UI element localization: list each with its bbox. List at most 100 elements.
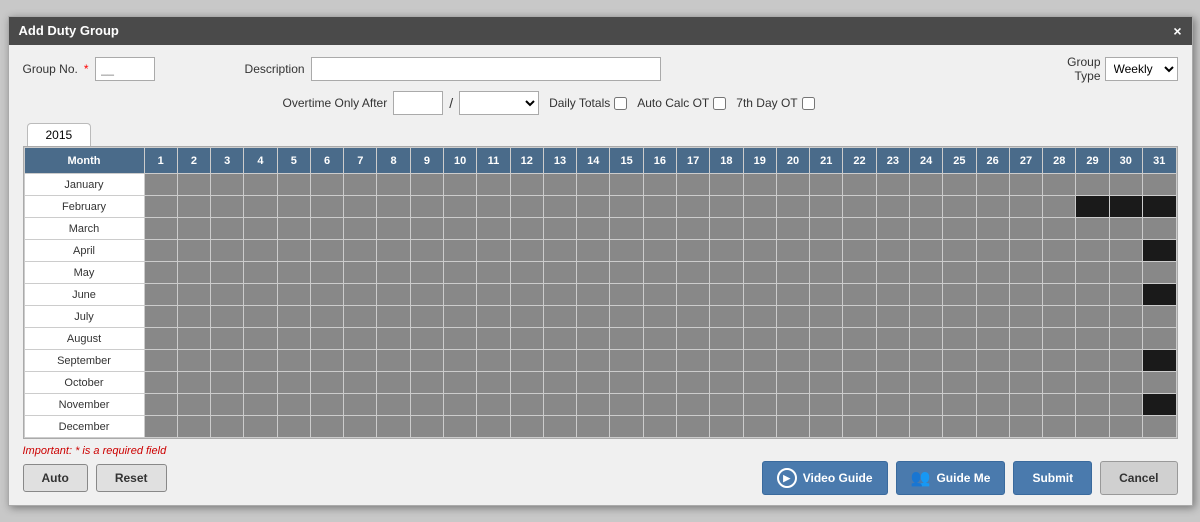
day-cell[interactable]: [1076, 196, 1109, 218]
day-cell[interactable]: [1009, 174, 1042, 196]
day-cell[interactable]: [1076, 350, 1109, 372]
day-cell[interactable]: [710, 416, 743, 438]
day-cell[interactable]: [1142, 306, 1176, 328]
day-cell[interactable]: [677, 350, 710, 372]
day-cell[interactable]: [477, 262, 510, 284]
day-cell[interactable]: [743, 394, 776, 416]
group-type-select[interactable]: Weekly Daily Monthly: [1105, 57, 1178, 81]
day-cell[interactable]: [211, 262, 244, 284]
day-cell[interactable]: [876, 240, 909, 262]
day-cell[interactable]: [876, 284, 909, 306]
day-cell[interactable]: [277, 350, 310, 372]
day-cell[interactable]: [677, 174, 710, 196]
day-cell[interactable]: [177, 284, 210, 306]
day-cell[interactable]: [477, 416, 510, 438]
day-cell[interactable]: [743, 328, 776, 350]
day-cell[interactable]: [1043, 306, 1076, 328]
day-cell[interactable]: [211, 218, 244, 240]
day-cell[interactable]: [277, 394, 310, 416]
day-cell[interactable]: [1009, 394, 1042, 416]
day-cell[interactable]: [244, 262, 277, 284]
day-cell[interactable]: [244, 372, 277, 394]
day-cell[interactable]: [843, 262, 876, 284]
day-cell[interactable]: [876, 372, 909, 394]
day-cell[interactable]: [144, 416, 177, 438]
day-cell[interactable]: [177, 328, 210, 350]
day-cell[interactable]: [543, 328, 576, 350]
daily-totals-checkbox[interactable]: [614, 97, 627, 110]
day-cell[interactable]: [743, 240, 776, 262]
day-cell[interactable]: [909, 284, 942, 306]
day-cell[interactable]: [410, 306, 443, 328]
day-cell[interactable]: [344, 416, 377, 438]
day-cell[interactable]: [510, 240, 543, 262]
day-cell[interactable]: [1109, 218, 1142, 240]
day-cell[interactable]: [643, 328, 676, 350]
day-cell[interactable]: [310, 328, 343, 350]
day-cell[interactable]: [477, 174, 510, 196]
day-cell[interactable]: [776, 262, 809, 284]
day-cell[interactable]: [477, 328, 510, 350]
day-cell[interactable]: [810, 350, 843, 372]
submit-button[interactable]: Submit: [1013, 461, 1092, 495]
day-cell[interactable]: [510, 284, 543, 306]
day-cell[interactable]: [510, 174, 543, 196]
day-cell[interactable]: [643, 350, 676, 372]
reset-button[interactable]: Reset: [96, 464, 167, 492]
day-cell[interactable]: [543, 350, 576, 372]
day-cell[interactable]: [244, 284, 277, 306]
day-cell[interactable]: [710, 196, 743, 218]
day-cell[interactable]: [344, 240, 377, 262]
day-cell[interactable]: [710, 350, 743, 372]
day-cell[interactable]: [1109, 372, 1142, 394]
day-cell[interactable]: [244, 196, 277, 218]
day-cell[interactable]: [643, 218, 676, 240]
day-cell[interactable]: [943, 240, 976, 262]
day-cell[interactable]: [610, 372, 643, 394]
day-cell[interactable]: [1076, 328, 1109, 350]
day-cell[interactable]: [577, 284, 610, 306]
day-cell[interactable]: [277, 284, 310, 306]
day-cell[interactable]: [843, 416, 876, 438]
day-cell[interactable]: [909, 218, 942, 240]
day-cell[interactable]: [444, 240, 477, 262]
day-cell[interactable]: [876, 350, 909, 372]
day-cell[interactable]: [577, 262, 610, 284]
day-cell[interactable]: [1076, 394, 1109, 416]
day-cell[interactable]: [976, 416, 1009, 438]
day-cell[interactable]: [577, 372, 610, 394]
day-cell[interactable]: [976, 262, 1009, 284]
day-cell[interactable]: [976, 196, 1009, 218]
day-cell[interactable]: [344, 284, 377, 306]
day-cell[interactable]: [177, 394, 210, 416]
day-cell[interactable]: [810, 262, 843, 284]
day-cell[interactable]: [1142, 416, 1176, 438]
day-cell[interactable]: [444, 174, 477, 196]
day-cell[interactable]: [510, 262, 543, 284]
day-cell[interactable]: [477, 350, 510, 372]
day-cell[interactable]: [577, 328, 610, 350]
day-cell[interactable]: [144, 218, 177, 240]
day-cell[interactable]: [1009, 372, 1042, 394]
day-cell[interactable]: [810, 372, 843, 394]
day-cell[interactable]: [310, 240, 343, 262]
day-cell[interactable]: [277, 416, 310, 438]
day-cell[interactable]: [943, 306, 976, 328]
day-cell[interactable]: [377, 416, 410, 438]
day-cell[interactable]: [943, 196, 976, 218]
day-cell[interactable]: [810, 284, 843, 306]
day-cell[interactable]: [310, 262, 343, 284]
day-cell[interactable]: [776, 306, 809, 328]
day-cell[interactable]: [876, 394, 909, 416]
day-cell[interactable]: [943, 174, 976, 196]
day-cell[interactable]: [843, 240, 876, 262]
day-cell[interactable]: [710, 218, 743, 240]
day-cell[interactable]: [410, 284, 443, 306]
day-cell[interactable]: [843, 284, 876, 306]
day-cell[interactable]: [710, 372, 743, 394]
video-guide-button[interactable]: ▶ Video Guide: [762, 461, 888, 495]
day-cell[interactable]: [543, 262, 576, 284]
day-cell[interactable]: [244, 306, 277, 328]
day-cell[interactable]: [810, 416, 843, 438]
day-cell[interactable]: [377, 328, 410, 350]
